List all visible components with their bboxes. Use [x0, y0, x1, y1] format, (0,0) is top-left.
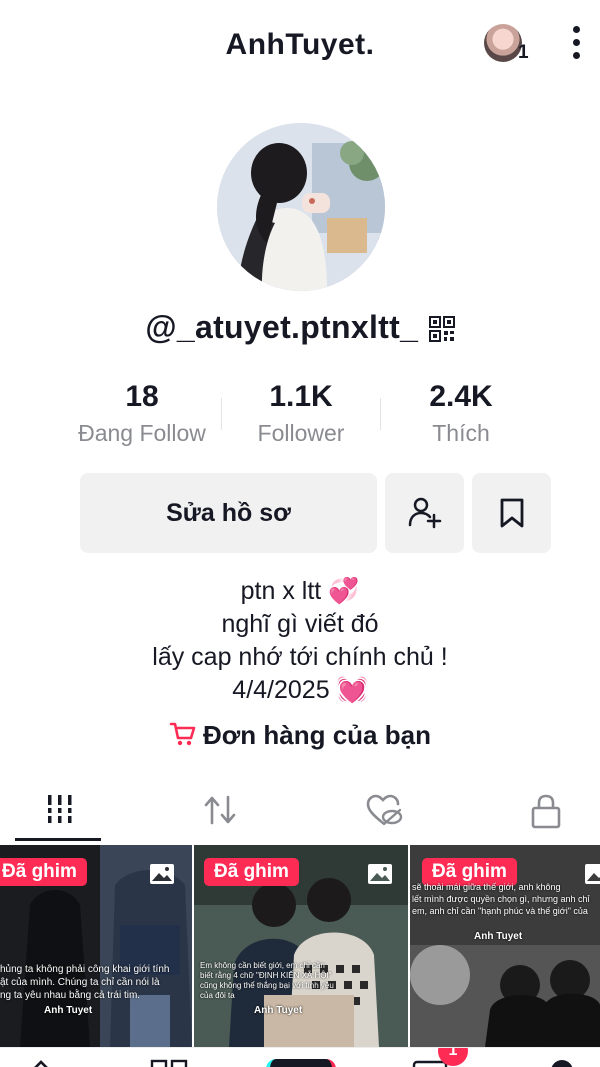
- posts-grid: Đã ghim hủng ta không phải công khai giớ…: [0, 845, 600, 1047]
- more-options-button[interactable]: [560, 26, 592, 66]
- friends-icon[interactable]: [150, 1058, 190, 1067]
- bio-line: nghĩ gì viết đó: [221, 610, 379, 638]
- tab-private[interactable]: [486, 781, 600, 839]
- tab-liked[interactable]: [324, 781, 444, 839]
- content-tabs: [0, 781, 600, 841]
- orders-label: Đơn hàng của bạn: [203, 720, 431, 750]
- post-thumbnail[interactable]: Đã ghim sẽ thoải mái giữa thế giới, anh …: [410, 845, 600, 1047]
- add-user-icon: [408, 497, 441, 529]
- post-thumbnail[interactable]: Đã ghim hủng ta không phải công khai giớ…: [0, 845, 192, 1047]
- qr-code-icon[interactable]: [428, 316, 455, 342]
- likes-count: 2.4K: [429, 380, 493, 413]
- username-row: @_atuyet.ptnxltt_: [0, 309, 600, 346]
- post-caption: hủng ta không phải công khai giới tính ật…: [0, 964, 170, 1001]
- bottom-navigation: 1: [0, 1047, 600, 1067]
- tab-videos[interactable]: [0, 781, 120, 841]
- stat-following[interactable]: 18 Đang Follow: [57, 380, 227, 447]
- home-icon[interactable]: [24, 1058, 58, 1067]
- profile-bio: ptn x ltt 💞 nghĩ gì viết đó lấy cap nhớ …: [0, 575, 600, 707]
- post-caption: Em không cần biết giới, em chỉ cần biết r…: [200, 961, 334, 1000]
- lock-icon: [531, 794, 561, 829]
- stat-followers[interactable]: 1.1K Follower: [216, 380, 386, 447]
- post-signature: Anh Tuyet: [474, 931, 523, 942]
- profile-header: AnhTuyet. 1: [0, 0, 600, 90]
- stat-likes[interactable]: 2.4K Thích: [376, 380, 546, 447]
- your-orders-link[interactable]: Đơn hàng của bạn: [0, 720, 600, 751]
- active-tab-indicator: [15, 838, 101, 841]
- repost-icon: [204, 795, 236, 825]
- shopping-cart-icon: [169, 722, 196, 746]
- post-caption: sẽ thoải mái giữa thế giới, anh không lết…: [412, 882, 590, 916]
- bio-line: lấy cap nhớ tới chính chủ !: [152, 643, 448, 671]
- liked-hidden-icon: [366, 794, 403, 826]
- more-icon: [572, 26, 580, 33]
- username[interactable]: @_atuyet.ptnxltt_: [145, 309, 418, 345]
- edit-profile-button[interactable]: Sửa hồ sơ: [80, 473, 377, 553]
- account-switcher-avatar[interactable]: [484, 24, 522, 62]
- following-count: 18: [125, 380, 159, 413]
- followers-label: Follower: [257, 420, 345, 446]
- post-thumbnail[interactable]: Đã ghim Em không cần biết giới, em chỉ c…: [194, 845, 408, 1047]
- profile-nav-icon[interactable]: [551, 1060, 573, 1067]
- create-button[interactable]: [266, 1059, 336, 1067]
- following-label: Đang Follow: [78, 420, 206, 446]
- grid-icon: [45, 795, 75, 823]
- followers-count: 1.1K: [269, 380, 333, 413]
- photo-icon: [368, 864, 392, 884]
- likes-label: Thích: [432, 420, 490, 446]
- bio-line: 4/4/2025 💓: [232, 676, 368, 704]
- bookmark-icon: [500, 498, 523, 528]
- bio-line: ptn x ltt 💞: [240, 577, 360, 605]
- account-count-badge: 1: [518, 42, 529, 63]
- add-friends-button[interactable]: [385, 473, 464, 553]
- avatar-image: [217, 123, 385, 291]
- profile-stats: 18 Đang Follow 1.1K Follower 2.4K Thích: [0, 380, 600, 450]
- pinned-badge: Đã ghim: [204, 858, 299, 886]
- tab-reposts[interactable]: [160, 781, 280, 839]
- post-signature: Anh Tuyet: [254, 1005, 303, 1016]
- pinned-badge: Đã ghim: [0, 858, 87, 886]
- profile-avatar[interactable]: [217, 123, 385, 291]
- post-signature: Anh Tuyet: [44, 1005, 93, 1016]
- favorites-button[interactable]: [472, 473, 551, 553]
- photo-icon: [150, 864, 174, 884]
